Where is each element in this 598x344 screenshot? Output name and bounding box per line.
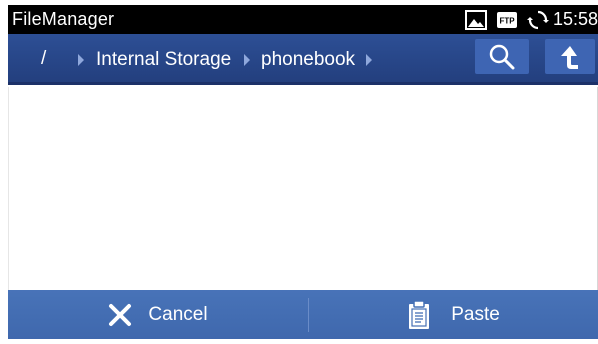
app-title: FileManager <box>12 9 115 29</box>
action-bar: Cancel Paste <box>8 290 598 339</box>
paste-label: Paste <box>451 303 500 325</box>
clipboard-icon <box>409 299 430 329</box>
breadcrumb-phonebook[interactable]: phonebook <box>261 49 355 71</box>
up-arrow-icon <box>561 45 578 69</box>
ftp-icon: FTP <box>496 11 517 28</box>
status-icons: FTP 15:58 <box>464 5 598 34</box>
search-icon <box>489 44 515 69</box>
breadcrumb-root[interactable]: / <box>41 48 46 70</box>
breadcrumb-internal-storage[interactable]: Internal Storage <box>96 49 231 71</box>
file-list-area[interactable] <box>8 87 598 290</box>
up-directory-button[interactable] <box>545 39 595 74</box>
file-manager-window: FileManager FTP 15:58 / Internal Storage <box>8 5 598 339</box>
breadcrumb-separator-icon <box>244 54 250 66</box>
svg-text:FTP: FTP <box>499 16 515 25</box>
clock: 15:58 <box>552 9 598 29</box>
image-icon <box>464 9 487 30</box>
cancel-button[interactable]: Cancel <box>8 290 308 339</box>
paste-button[interactable]: Paste <box>309 290 598 339</box>
cancel-label: Cancel <box>148 303 208 325</box>
breadcrumb-separator-icon <box>366 54 372 66</box>
close-icon <box>109 303 132 326</box>
breadcrumb-separator-icon <box>78 54 84 66</box>
sync-icon <box>526 10 549 29</box>
status-bar: FileManager FTP 15:58 <box>8 5 598 34</box>
search-button[interactable] <box>475 39 529 74</box>
path-toolbar: / Internal Storage phonebook <box>8 34 598 85</box>
